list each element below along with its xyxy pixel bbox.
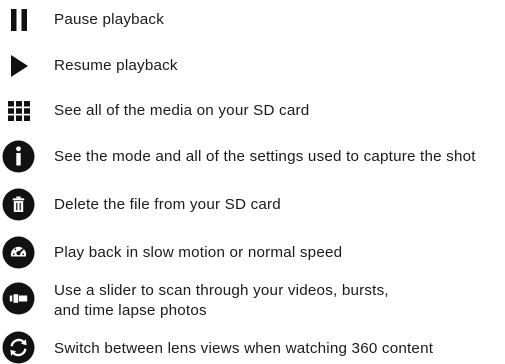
- speed-icon: [2, 236, 35, 269]
- legend-item-media-grid: See all of the media on your SD card: [0, 93, 505, 128]
- scrubber-icon: [2, 282, 35, 315]
- resume-description: Resume playback: [54, 57, 178, 74]
- legend-item-resume: Resume playback: [0, 48, 505, 83]
- speed-description: Play back in slow motion or normal speed: [54, 244, 343, 261]
- play-icon: [2, 49, 35, 82]
- scrubber-description: Use a slider to scan through your videos…: [54, 281, 389, 321]
- grid-icon: [2, 94, 35, 127]
- info-description: See the mode and all of the settings use…: [54, 148, 476, 165]
- delete-description: Delete the file from your SD card: [54, 196, 281, 213]
- pause-description: Pause playback: [54, 11, 165, 28]
- legend-item-pause: Pause playback: [0, 2, 505, 37]
- scrubber-description-line-2: and time lapse photos: [54, 302, 207, 319]
- pause-icon: [2, 3, 35, 36]
- trash-icon: [2, 188, 35, 221]
- legend-item-delete: Delete the file from your SD card: [0, 187, 505, 222]
- scrubber-description-line-1: Use a slider to scan through your videos…: [54, 282, 389, 299]
- legend-item-scrubber: Use a slider to scan through your videos…: [0, 280, 505, 324]
- legend-item-speed: Play back in slow motion or normal speed: [0, 235, 505, 270]
- legend-item-info: See the mode and all of the settings use…: [0, 139, 505, 174]
- info-icon: [2, 140, 35, 173]
- lens-switch-icon: [2, 331, 35, 364]
- legend-item-lens-switch: Switch between lens views when watching …: [0, 331, 505, 364]
- media-grid-description: See all of the media on your SD card: [54, 102, 310, 119]
- lens-switch-description: Switch between lens views when watching …: [54, 340, 434, 357]
